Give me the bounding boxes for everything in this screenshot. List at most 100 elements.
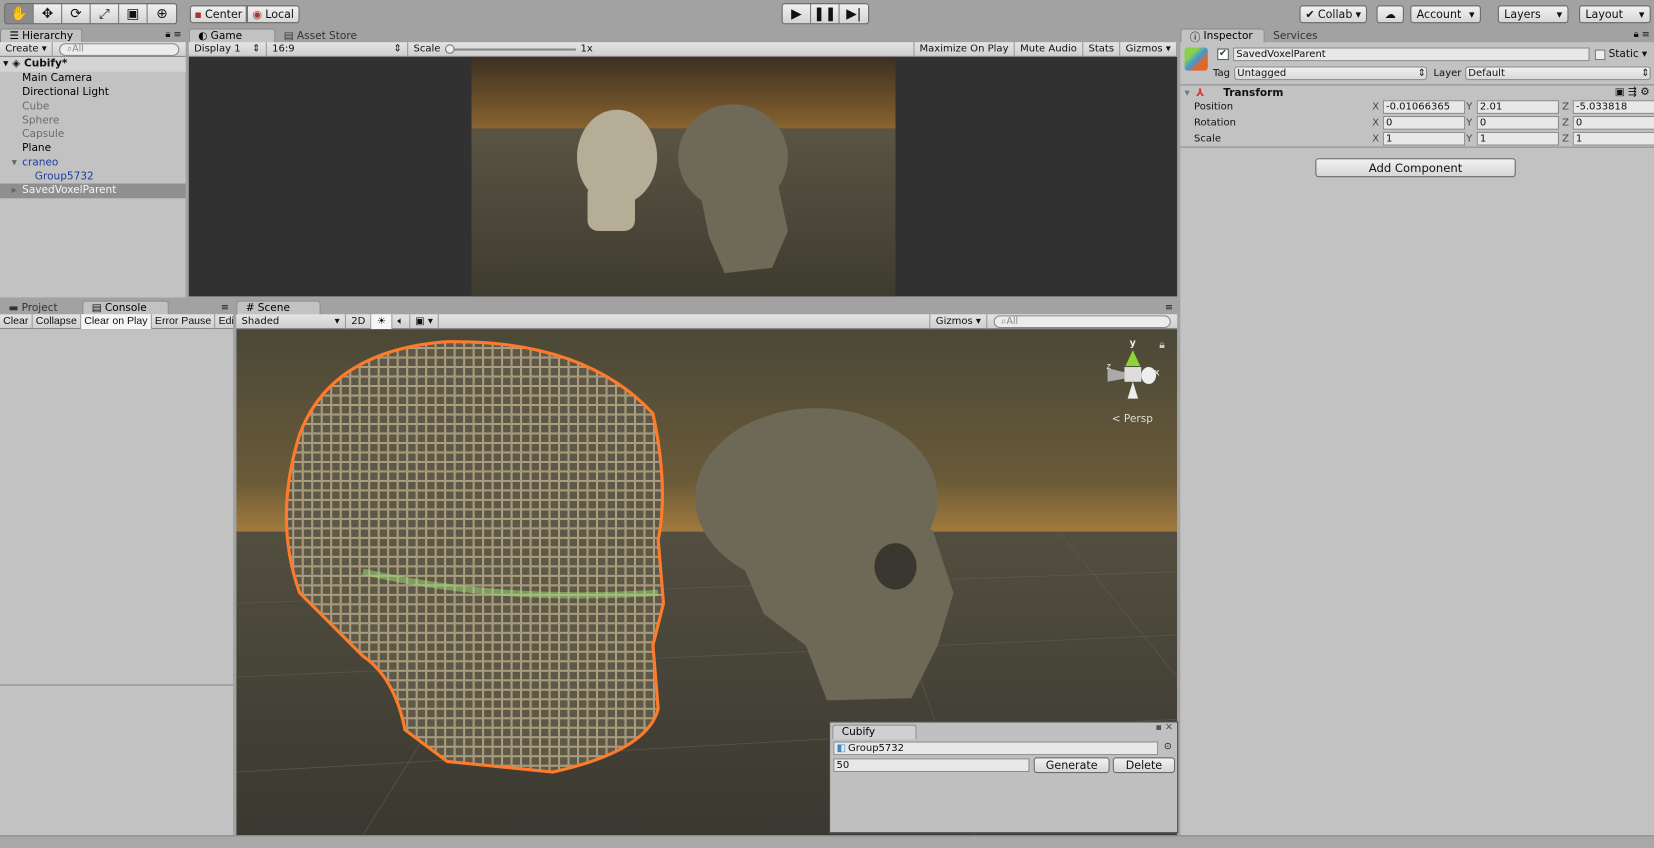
scale-icon[interactable]: ⤢ bbox=[90, 4, 120, 24]
pivot-local-button[interactable]: ◉ Local bbox=[246, 5, 300, 24]
maximize-on-play-toggle[interactable]: Maximize On Play bbox=[913, 41, 1015, 57]
image-icon: ▣ bbox=[415, 315, 425, 327]
display-select[interactable]: Display 1 ⇕ bbox=[189, 41, 267, 57]
cubify-window: Cubify ▪ ✕ ◧ Group5732 ⊙ 50 Generate Dele… bbox=[829, 721, 1179, 834]
transform-header[interactable]: ▾ ⅄ Transform bbox=[1185, 88, 1284, 100]
cloud-button[interactable]: ☁ bbox=[1376, 5, 1404, 24]
transform-position-z-input[interactable]: -5.033818 bbox=[1572, 100, 1654, 114]
hierarchy-item[interactable]: Group5732 bbox=[0, 170, 186, 184]
hand-icon[interactable]: ✋ bbox=[5, 4, 34, 24]
tab-cubify[interactable]: Cubify bbox=[832, 724, 917, 740]
delete-button[interactable]: Delete bbox=[1112, 757, 1176, 774]
rotate-icon[interactable]: ⟳ bbox=[62, 4, 91, 24]
2d-toggle[interactable]: 2D bbox=[346, 313, 372, 329]
editor-button[interactable]: Edi bbox=[215, 314, 237, 329]
hierarchy-item[interactable]: Plane bbox=[0, 142, 186, 156]
collab-button[interactable]: ✔ Collab ▾ bbox=[1299, 5, 1368, 24]
transform-scale-z-input[interactable]: 1 bbox=[1572, 131, 1654, 146]
effects-toggle[interactable]: ▣ ▾ bbox=[410, 313, 440, 329]
aspect-select[interactable]: 16:9 ⇕ bbox=[267, 41, 409, 57]
move-icon[interactable]: ✥ bbox=[33, 4, 63, 24]
scene-root[interactable]: ▾ ◈ Cubify* bbox=[0, 56, 186, 72]
layout-button[interactable]: Layout ▾ bbox=[1579, 5, 1651, 24]
clear-on-play-toggle[interactable]: Clear on Play bbox=[81, 313, 152, 329]
console-splitter[interactable] bbox=[0, 684, 234, 686]
add-component-button[interactable]: Add Component bbox=[1315, 158, 1516, 178]
foldout-arrow-icon[interactable]: ▸ bbox=[12, 184, 17, 198]
create-button[interactable]: Create ▾ bbox=[0, 41, 54, 57]
foldout-arrow-icon[interactable]: ▾ bbox=[12, 156, 17, 170]
component-menu-icons[interactable]: ▣ ⇶ ⚙ bbox=[1615, 86, 1650, 98]
hierarchy-item[interactable]: Directional Light bbox=[0, 86, 186, 100]
shading-select[interactable]: Shaded ▾ bbox=[236, 313, 346, 329]
object-field[interactable]: ◧ Group5732 bbox=[833, 741, 1159, 756]
transform-row-label: Position bbox=[1194, 101, 1234, 113]
game-view[interactable] bbox=[188, 56, 1178, 297]
transform-icon[interactable]: ⊕ bbox=[147, 4, 177, 24]
close-icon[interactable]: ▪ ✕ bbox=[1156, 722, 1173, 733]
hierarchy-item[interactable]: Cube bbox=[0, 100, 186, 114]
active-checkbox[interactable]: ✔ bbox=[1217, 48, 1229, 61]
tag-select[interactable]: Untagged ⇕ bbox=[1234, 66, 1428, 81]
transform-tools: ✋ ✥ ⟳ ⤢ ▣ ⊕ bbox=[4, 3, 178, 25]
audio-toggle[interactable]: 🔈︎ bbox=[392, 313, 410, 329]
hierarchy-item[interactable]: Main Camera bbox=[0, 72, 186, 86]
persp-label: < Persp bbox=[1112, 413, 1153, 425]
hierarchy-item[interactable]: Capsule bbox=[0, 128, 186, 142]
hierarchy-search-input[interactable]: ⌕All bbox=[59, 42, 180, 56]
play-icon[interactable]: ▶ bbox=[782, 4, 812, 24]
axis-label: Y bbox=[1466, 132, 1473, 145]
gizmos-button[interactable]: Gizmos ▾ bbox=[1120, 41, 1178, 57]
lighting-toggle[interactable]: ☀ bbox=[371, 313, 393, 329]
scale-slider[interactable]: Scale 1x bbox=[408, 42, 598, 57]
transform-position-x-input[interactable]: -0.01066365 bbox=[1382, 100, 1466, 114]
static-toggle[interactable]: Static ▾ bbox=[1594, 49, 1647, 60]
object-picker-icon[interactable]: ⊙ bbox=[1164, 741, 1172, 752]
gameobject-icon bbox=[1184, 47, 1208, 71]
inspector-tabs: ⓘ Inspector Services 🔒︎ ≡ bbox=[1180, 28, 1654, 44]
hierarchy-panel: ▾ ◈ Cubify* Main Camera Directional Light… bbox=[0, 56, 186, 298]
axis-label: Z bbox=[1562, 132, 1570, 145]
panel-menu-icon[interactable]: ≡ bbox=[221, 303, 229, 314]
step-icon[interactable]: ▶| bbox=[839, 4, 869, 24]
sun-icon: ☀ bbox=[376, 315, 386, 327]
resolution-input[interactable]: 50 bbox=[833, 758, 1030, 773]
pause-icon[interactable]: ❚❚ bbox=[811, 4, 840, 24]
list-icon: ☰ bbox=[9, 30, 19, 43]
scene-search-input[interactable]: ⌕All bbox=[993, 314, 1171, 328]
inspector-panel: ✔ SavedVoxelParent Static ▾ Tag Untagged ⇕… bbox=[1180, 42, 1654, 836]
lock-icon[interactable]: 🔒︎ ≡ bbox=[1634, 30, 1650, 41]
account-button[interactable]: Account ▾ bbox=[1410, 5, 1481, 24]
transform-position-y-input[interactable]: 2.01 bbox=[1476, 100, 1559, 114]
cloud-icon: ☁ bbox=[1384, 7, 1396, 21]
panel-menu-icon[interactable]: ≡ bbox=[1165, 303, 1173, 314]
svg-text:y: y bbox=[1130, 338, 1137, 349]
pivot-center-button[interactable]: ▪ Center bbox=[189, 5, 247, 24]
hierarchy-item[interactable]: Sphere bbox=[0, 114, 186, 128]
store-icon: ▤ bbox=[283, 30, 294, 42]
lock-icon[interactable]: 🔒︎ ≡ bbox=[165, 30, 181, 41]
object-name-input[interactable]: SavedVoxelParent bbox=[1233, 47, 1590, 62]
generate-button[interactable]: Generate bbox=[1033, 757, 1110, 774]
scene-gizmos-button[interactable]: Gizmos ▾ bbox=[929, 313, 988, 329]
mute-audio-toggle[interactable]: Mute Audio bbox=[1015, 41, 1084, 57]
static-checkbox[interactable] bbox=[1594, 49, 1606, 60]
transform-scale-y-input[interactable]: 1 bbox=[1476, 131, 1559, 146]
layers-button[interactable]: Layers ▾ bbox=[1497, 5, 1569, 24]
rect-icon[interactable]: ▣ bbox=[119, 4, 148, 24]
hierarchy-item[interactable]: ▸ SavedVoxelParent bbox=[0, 183, 186, 198]
tab-services[interactable]: Services bbox=[1265, 28, 1326, 43]
transform-rotation-y-input[interactable]: 0 bbox=[1476, 116, 1559, 130]
transform-scale-x-input[interactable]: 1 bbox=[1382, 131, 1466, 146]
clear-button[interactable]: Clear bbox=[0, 313, 33, 329]
transform-rotation-z-input[interactable]: 0 bbox=[1572, 116, 1654, 130]
stats-toggle[interactable]: Stats bbox=[1083, 41, 1121, 57]
hierarchy-item[interactable]: ▾ craneo bbox=[0, 156, 186, 170]
collapse-toggle[interactable]: Collapse bbox=[33, 313, 82, 329]
scene-lock-icon: 🔒︎ bbox=[1159, 339, 1165, 351]
grid-icon: # bbox=[245, 302, 255, 315]
layer-select[interactable]: Default ⇕ bbox=[1465, 66, 1651, 81]
error-pause-toggle[interactable]: Error Pause bbox=[152, 313, 216, 329]
transform-rotation-x-input[interactable]: 0 bbox=[1382, 116, 1466, 130]
tab-inspector[interactable]: ⓘ Inspector bbox=[1180, 28, 1265, 44]
